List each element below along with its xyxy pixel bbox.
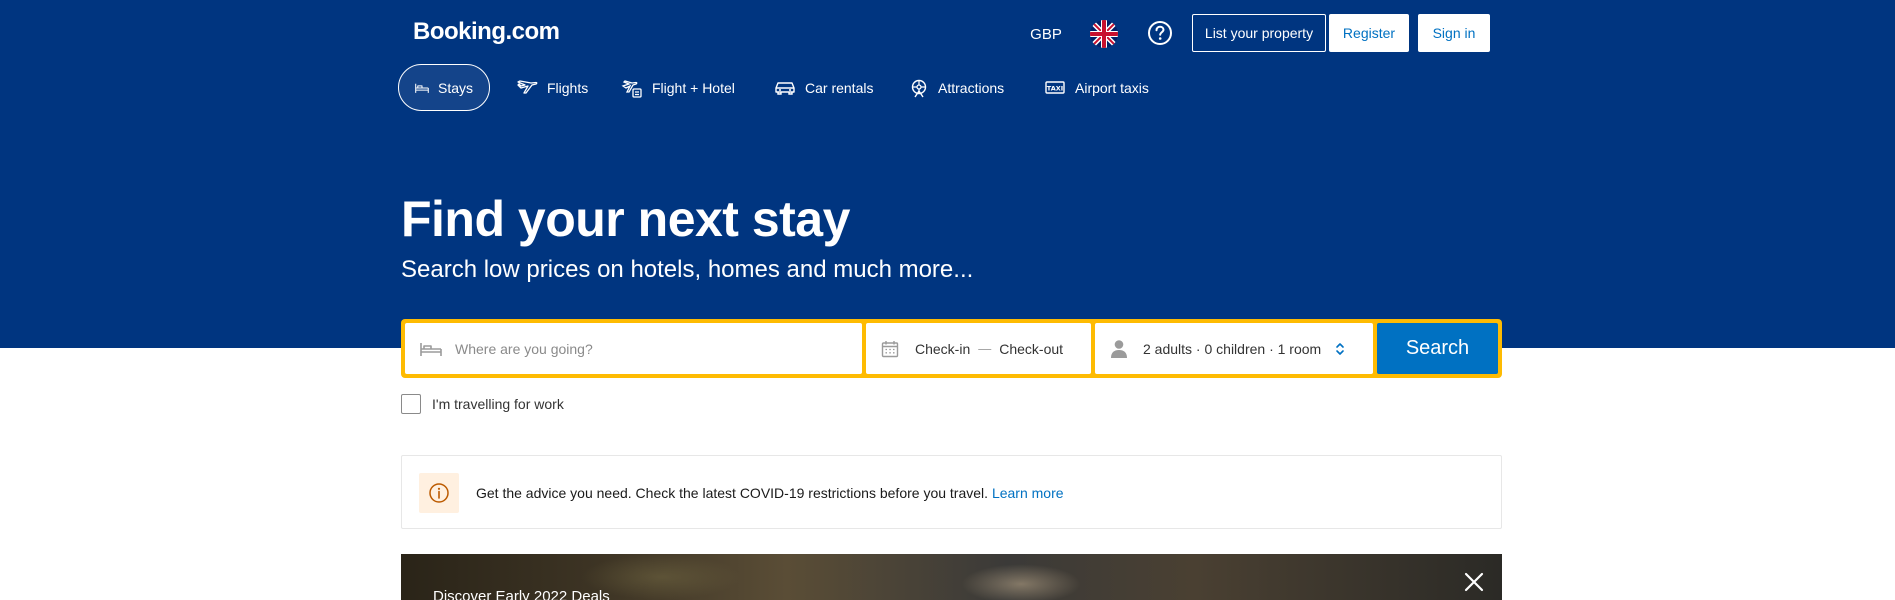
info-circle-icon [429, 483, 449, 503]
nav-label: Flight + Hotel [652, 79, 735, 96]
promo-title: Discover Early 2022 Deals [433, 588, 610, 600]
language-selector[interactable] [1090, 20, 1118, 48]
nav-label: Flights [547, 79, 589, 96]
register-button[interactable]: Register [1329, 14, 1409, 52]
nav-item-stays[interactable]: Stays [398, 64, 490, 111]
promo-image-highlight [961, 564, 1081, 600]
destination-placeholder: Where are you going? [455, 340, 593, 357]
page-subtitle: Search low prices on hotels, homes and m… [401, 256, 974, 283]
calendar-icon [881, 340, 899, 357]
nav-label: Car rentals [805, 79, 874, 96]
work-travel-label: I'm travelling for work [432, 396, 564, 412]
guests-summary: 2 adults · 0 children · 1 room [1143, 340, 1322, 357]
notice-message: Get the advice you need. Check the lates… [476, 485, 1064, 501]
bed-icon [420, 342, 442, 356]
nav-label: Airport taxis [1075, 79, 1149, 96]
plane-icon [517, 79, 538, 94]
search-form: Where are you going? Check-in — Check-ou… [401, 319, 1502, 378]
flight-hotel-icon [621, 79, 642, 98]
taxi-icon: TAXI [1045, 80, 1065, 94]
close-icon[interactable] [1463, 571, 1485, 593]
bed-icon [415, 83, 429, 93]
person-icon [1111, 339, 1127, 358]
nav-item-car-rentals[interactable]: Car rentals [758, 64, 889, 111]
nav-item-flight-hotel[interactable]: Flight + Hotel [605, 64, 751, 111]
work-travel-option[interactable]: I'm travelling for work [401, 394, 564, 414]
notice-text: Get the advice you need. Check the lates… [476, 485, 989, 501]
help-button[interactable] [1146, 19, 1174, 47]
uk-flag-icon [1090, 20, 1118, 48]
page-title: Find your next stay [401, 191, 850, 247]
notice-icon-box [419, 473, 459, 513]
nav-item-attractions[interactable]: Attractions [893, 64, 1020, 111]
sign-in-button[interactable]: Sign in [1418, 14, 1490, 52]
check-out-label: Check-out [999, 340, 1064, 357]
learn-more-link[interactable]: Learn more [992, 485, 1064, 501]
dates-separator: — [978, 341, 992, 356]
stepper-arrows-icon [1336, 342, 1345, 355]
promo-banner[interactable]: Discover Early 2022 Deals [401, 554, 1502, 600]
svg-text:TAXI: TAXI [1047, 84, 1063, 92]
dates-field[interactable]: Check-in — Check-out [866, 323, 1091, 374]
car-icon [775, 81, 795, 95]
booking-logo[interactable]: Booking.com [413, 18, 560, 46]
nav-label: Attractions [938, 79, 1005, 96]
attractions-icon [911, 79, 927, 97]
guests-field[interactable]: 2 adults · 0 children · 1 room [1095, 323, 1373, 374]
nav-label: Stays [437, 79, 473, 96]
nav-item-airport-taxis[interactable]: TAXI Airport taxis [1028, 64, 1165, 111]
nav-item-flights[interactable]: Flights [500, 64, 604, 111]
list-property-button[interactable]: List your property [1192, 14, 1326, 52]
question-circle-icon [1148, 21, 1172, 45]
currency-selector[interactable]: GBP [1028, 22, 1064, 46]
hero-banner [0, 0, 1895, 348]
destination-field[interactable]: Where are you going? [405, 323, 862, 374]
search-button[interactable]: Search [1377, 323, 1498, 374]
work-travel-checkbox[interactable] [401, 394, 421, 414]
covid-notice: Get the advice you need. Check the lates… [401, 455, 1502, 529]
check-in-label: Check-in [915, 340, 971, 357]
